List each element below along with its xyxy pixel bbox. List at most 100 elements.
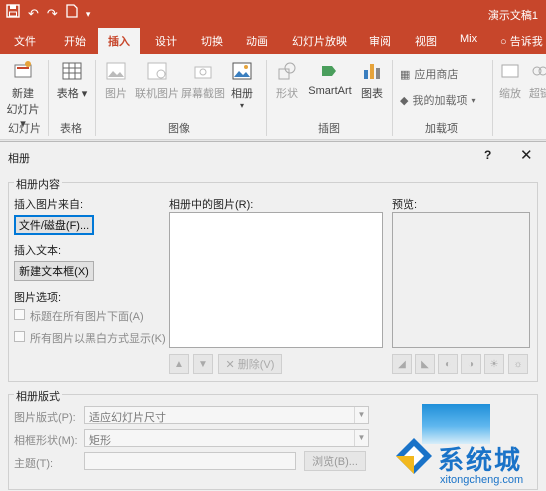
chevron-down-icon: ▾	[239, 101, 244, 110]
dialog-title: 相册	[8, 153, 30, 165]
undo-icon[interactable]: ↶	[28, 5, 39, 23]
caption-below-checkbox[interactable]	[14, 309, 25, 320]
group-separator	[492, 60, 493, 136]
hyperlink-button[interactable]: 超链	[526, 60, 546, 101]
pictures-listbox[interactable]	[169, 212, 383, 348]
link-icon	[532, 66, 546, 76]
redo-icon[interactable]: ↷	[47, 5, 58, 23]
smartart-button[interactable]: SmartArt	[306, 60, 354, 97]
tab-transitions[interactable]: 切换	[201, 33, 223, 49]
album-content-legend: 相册内容	[14, 176, 62, 192]
group-label-images: 图像	[168, 123, 190, 135]
tab-home[interactable]: 开始	[64, 33, 86, 49]
new-doc-icon[interactable]	[66, 4, 78, 23]
rotate-left-button[interactable]: ◢	[392, 354, 412, 374]
contrast-down-button[interactable]: ◑	[461, 354, 481, 374]
watermark-url: xitongcheng.com	[440, 474, 524, 486]
online-picture-icon	[147, 62, 167, 80]
preview-pane	[392, 212, 530, 348]
delete-x-icon: ✕	[225, 358, 235, 371]
caption-below-label: 标题在所有图片下面(A)	[30, 311, 144, 323]
chart-button[interactable]: 图表	[358, 60, 386, 101]
online-picture-button[interactable]: 联机图片	[134, 60, 180, 101]
rotate-right-icon: ◣	[421, 358, 429, 370]
chevron-down-icon: ▼	[354, 407, 368, 423]
customize-qat-icon[interactable]: ▾	[86, 5, 91, 23]
frame-shape-label: 相框形状(M):	[14, 435, 78, 447]
watermark-brand: 系统城	[438, 445, 523, 475]
picture-layout-label: 图片版式(P):	[14, 412, 76, 424]
watermark-logo-icon	[396, 438, 432, 474]
contrast-up-button[interactable]: ◐	[438, 354, 458, 374]
theme-label: 主题(T):	[14, 458, 54, 470]
pictures-in-album-label: 相册中的图片(R):	[169, 199, 254, 211]
ribbon: 新建 幻灯片 ▾ 表格 ▾ 图片 联机图片 屏幕截图 相册 ▾ 形状 Smart…	[0, 54, 546, 140]
chevron-down-icon: ▼	[354, 430, 368, 446]
smartart-icon	[322, 66, 336, 76]
brightness-down-button[interactable]: ☼	[508, 354, 528, 374]
picture-button[interactable]: 图片	[102, 60, 130, 101]
all-bw-label: 所有图片以黑白方式显示(K)	[30, 333, 166, 345]
browse-button[interactable]: 浏览(B)...	[304, 451, 366, 471]
delete-button[interactable]: ✕ 删除(V)	[218, 354, 282, 374]
chart-icon	[364, 64, 380, 79]
tab-file[interactable]: 文件	[14, 33, 36, 49]
shapes-button[interactable]: 形状	[272, 60, 302, 101]
tab-review[interactable]: 审阅	[369, 33, 391, 49]
table-button[interactable]: 表格 ▾	[56, 60, 88, 101]
arrow-down-icon: ▼	[198, 358, 208, 370]
contrast-icon: ◑	[467, 358, 475, 370]
tab-insert[interactable]: 插入	[98, 28, 140, 54]
brightness-down-icon: ☼	[513, 358, 523, 370]
all-bw-checkbox[interactable]	[14, 331, 25, 342]
tab-animations[interactable]: 动画	[246, 33, 268, 49]
picture-options-label: 图片选项:	[14, 292, 62, 304]
arrow-up-icon: ▲	[174, 358, 184, 370]
shapes-icon	[278, 62, 296, 80]
save-icon[interactable]	[6, 4, 20, 23]
tab-tell-me[interactable]: ○ 告诉我	[500, 33, 543, 49]
theme-input[interactable]	[84, 452, 296, 470]
album-layout-legend: 相册版式	[14, 388, 62, 404]
zoom-icon	[501, 64, 519, 78]
group-label-illustrations: 插图	[318, 123, 340, 135]
new-slide-icon	[14, 61, 32, 78]
camera-icon	[194, 66, 212, 79]
group-label-addins: 加载项	[425, 123, 458, 135]
tab-slideshow[interactable]: 幻灯片放映	[292, 33, 347, 49]
group-label-slides: 幻灯片	[8, 123, 41, 135]
preview-label: 预览:	[392, 199, 418, 211]
group-label-tables: 表格	[60, 123, 82, 135]
my-addins-button[interactable]: ◆ 我的加载项 ▾	[400, 92, 475, 108]
new-textbox-button[interactable]: 新建文本框(X)	[14, 261, 94, 281]
document-title: 演示文稿1	[487, 10, 538, 22]
rotate-right-button[interactable]: ◣	[415, 354, 435, 374]
brightness-up-icon: ☀	[489, 358, 499, 370]
move-up-button[interactable]: ▲	[169, 354, 189, 374]
move-down-button[interactable]: ▼	[193, 354, 213, 374]
file-disk-button[interactable]: 文件/磁盘(F)...	[14, 215, 94, 235]
title-bar: ↶ ↷ ▾ 演示文稿1	[0, 0, 546, 28]
quick-access-toolbar: ↶ ↷ ▾	[6, 4, 90, 23]
tab-mix[interactable]: Mix	[460, 33, 477, 45]
tab-view[interactable]: 视图	[415, 33, 437, 49]
picture-icon	[106, 62, 126, 80]
group-separator	[95, 60, 96, 136]
table-icon	[62, 62, 82, 80]
zoom-button[interactable]: 缩放	[496, 60, 524, 101]
lightbulb-icon: ○	[500, 36, 507, 48]
contrast-icon: ◐	[444, 358, 452, 370]
picture-layout-select[interactable]: 适应幻灯片尺寸 ▼	[84, 406, 369, 424]
help-icon[interactable]: ?	[484, 148, 491, 162]
chevron-down-icon: ▾	[471, 95, 476, 105]
insert-from-label: 插入图片来自:	[14, 199, 84, 211]
tab-design[interactable]: 设计	[155, 33, 177, 49]
screenshot-button[interactable]: 屏幕截图	[181, 60, 225, 101]
rotate-left-icon: ◢	[398, 358, 406, 370]
close-icon[interactable]: ✕	[520, 146, 533, 164]
frame-shape-select[interactable]: 矩形 ▼	[84, 429, 369, 447]
group-separator	[266, 60, 267, 136]
brightness-up-button[interactable]: ☀	[484, 354, 504, 374]
store-button[interactable]: ▦ 应用商店	[400, 66, 458, 82]
album-button[interactable]: 相册 ▾	[228, 60, 256, 110]
